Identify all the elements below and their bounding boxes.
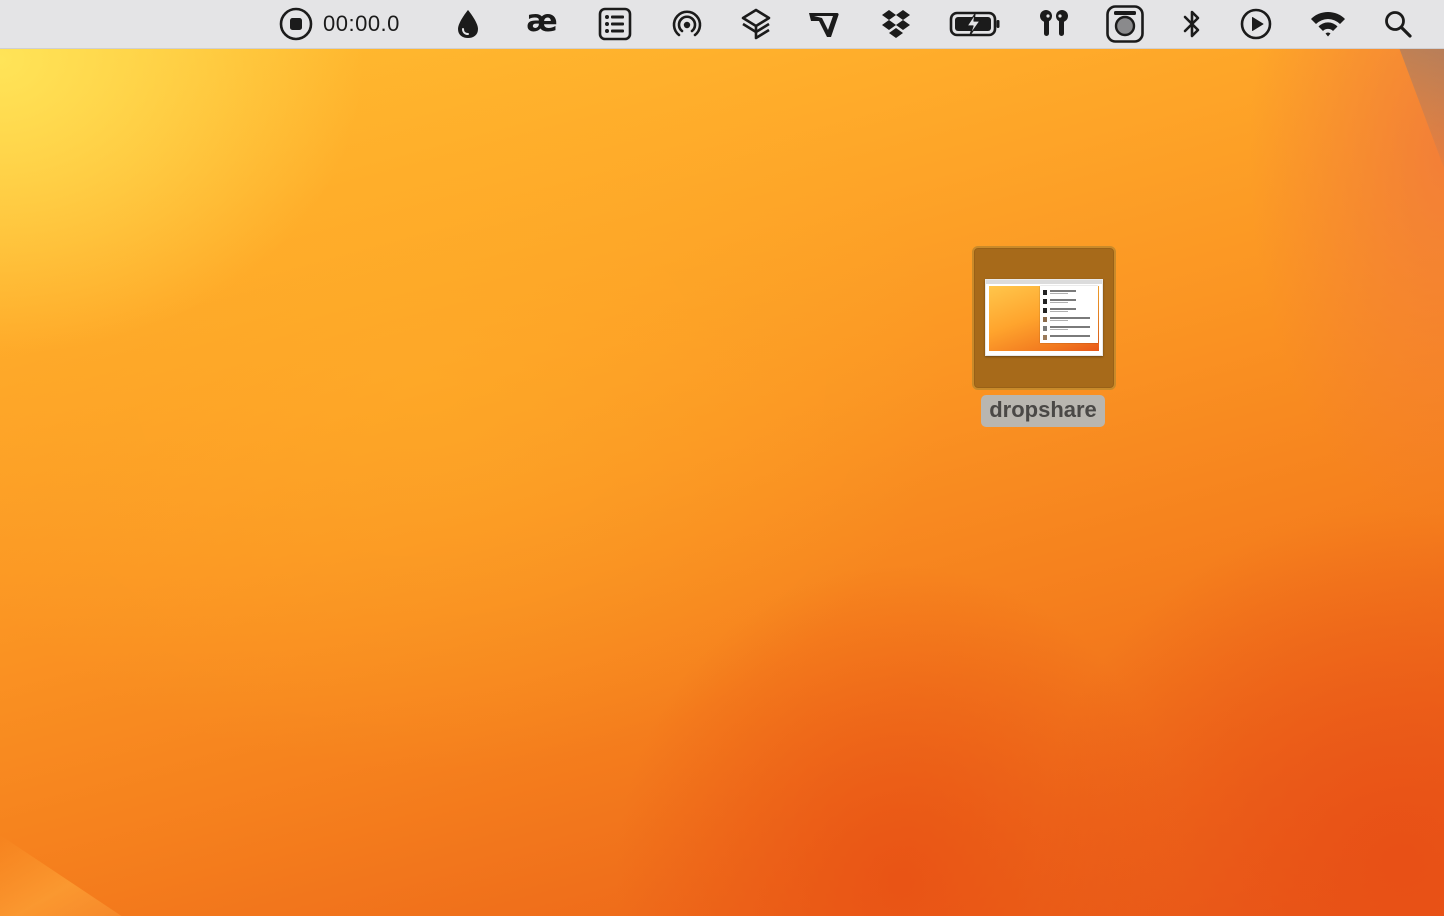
drop-icon[interactable]: [448, 0, 488, 48]
desktop-file-icon[interactable]: dropshare: [972, 246, 1116, 432]
bluetooth-icon[interactable]: [1174, 0, 1210, 48]
screen-recorder-status[interactable]: 00:00.0: [278, 0, 418, 48]
ae-icon[interactable]: æ: [520, 0, 564, 48]
folder-flag-icon[interactable]: [804, 0, 844, 48]
layers-icon[interactable]: [736, 0, 776, 48]
battery-charging-icon[interactable]: [947, 0, 1003, 48]
record-stop-icon[interactable]: [278, 6, 314, 42]
camera-icon[interactable]: [1104, 0, 1146, 48]
thumbnail-menubar: [986, 280, 1102, 284]
search-icon[interactable]: [1378, 0, 1418, 48]
dropbox-icon[interactable]: [876, 0, 916, 48]
file-selection-highlight[interactable]: [972, 246, 1116, 390]
recording-timer: 00:00.0: [323, 11, 400, 36]
thumbnail-panel: [1040, 286, 1098, 343]
airdrop-icon[interactable]: [667, 0, 707, 48]
wifi-icon[interactable]: [1307, 0, 1349, 48]
menu-bar: 00:00.0 æ: [0, 0, 1444, 49]
file-name: dropshare: [981, 395, 1105, 427]
desktop: 00:00.0 æ dropshare: [0, 0, 1444, 916]
file-name-label[interactable]: dropshare: [974, 395, 1112, 427]
wallpaper-band: [1399, 48, 1444, 168]
play-icon[interactable]: [1236, 0, 1276, 48]
airpods-icon[interactable]: [1033, 0, 1075, 48]
screenshot-thumbnail: [985, 279, 1103, 356]
wallpaper-band: [0, 835, 180, 916]
list-icon[interactable]: [595, 0, 635, 48]
